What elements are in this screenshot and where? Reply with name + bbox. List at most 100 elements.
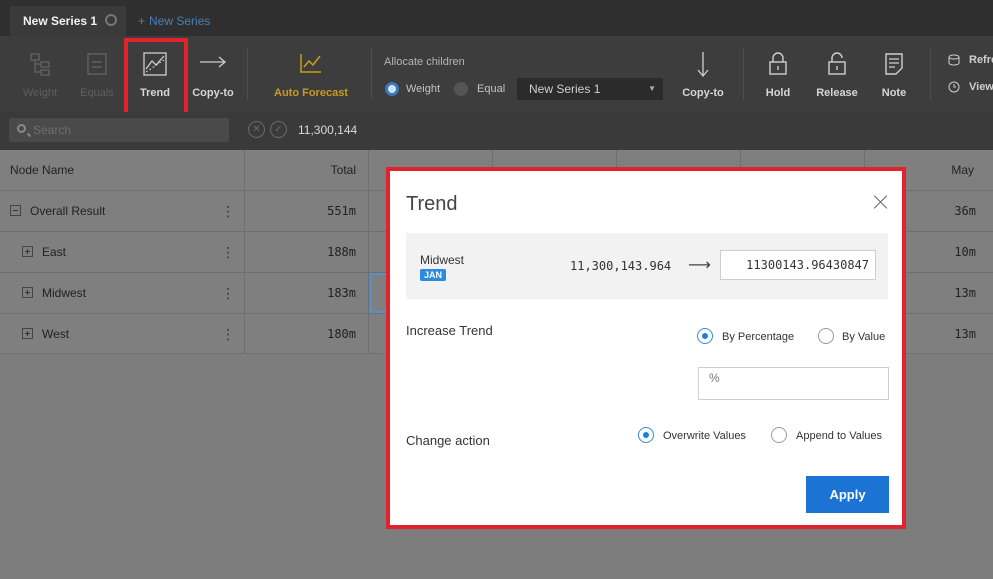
hold-button[interactable]: Hold xyxy=(756,36,800,112)
node-name: Midwest xyxy=(420,253,465,267)
forecast-chart-icon xyxy=(300,54,321,73)
search-input[interactable]: Search xyxy=(9,118,229,142)
expand-icon[interactable] xyxy=(22,246,33,257)
close-icon[interactable] xyxy=(874,195,888,209)
new-series-tab[interactable]: + New Series xyxy=(138,14,210,28)
by-value-radio[interactable] xyxy=(818,328,834,344)
note-icon xyxy=(885,53,903,75)
period-badge: JAN xyxy=(420,269,447,281)
node-name: East xyxy=(42,245,67,259)
more-options-icon[interactable]: ⋮ xyxy=(221,232,235,272)
clock-icon xyxy=(948,81,960,93)
target-value-input[interactable]: 11300143.96430847 xyxy=(720,250,876,280)
node-cell: Midwest xyxy=(22,273,86,313)
append-values-label: Append to Values xyxy=(796,430,883,442)
cancel-edit-icon[interactable]: ✕ xyxy=(248,121,265,138)
search-icon xyxy=(17,124,26,133)
more-options-icon[interactable]: ⋮ xyxy=(221,273,235,313)
series-dropdown-value: New Series 1 xyxy=(529,82,601,96)
equal-radio[interactable] xyxy=(454,82,468,96)
lock-icon xyxy=(769,52,787,75)
caret-down-icon: ▼ xyxy=(648,84,656,93)
gear-icon[interactable] xyxy=(105,14,117,26)
formula-value: 11,300,144 xyxy=(298,123,358,137)
overwrite-values-label: Overwrite Values xyxy=(663,430,746,442)
column-header-total[interactable]: Total xyxy=(300,150,356,190)
trend-highlight-box xyxy=(124,38,188,119)
hierarchy-icon xyxy=(30,53,50,76)
view-button[interactable]: View xyxy=(948,80,993,96)
tab-label: New Series 1 xyxy=(23,14,98,28)
toolbar-divider xyxy=(743,48,744,100)
overwrite-values-radio[interactable] xyxy=(638,427,654,443)
total-cell[interactable]: 180m xyxy=(300,314,356,354)
copy-to-down-button[interactable]: Copy-to xyxy=(678,36,728,112)
equals-button[interactable]: Equals xyxy=(72,36,122,112)
node-name: Overall Result xyxy=(30,204,106,218)
apply-button[interactable]: Apply xyxy=(806,476,889,513)
column-header-node-name[interactable]: Node Name xyxy=(10,150,74,190)
node-name: Midwest xyxy=(42,286,87,300)
dialog-title: Trend xyxy=(406,193,458,215)
total-cell[interactable]: 183m xyxy=(300,273,356,313)
database-icon xyxy=(948,54,960,66)
auto-forecast-label: Auto Forecast xyxy=(274,87,348,99)
append-values-radio[interactable] xyxy=(771,427,787,443)
node-cell: East xyxy=(22,232,66,272)
cell-info-panel: Midwest JAN 11,300,143.964 ⟶ 11300143.96… xyxy=(406,233,888,299)
total-cell[interactable]: 188m xyxy=(300,232,356,272)
weight-radio-label: Weight xyxy=(406,83,441,95)
change-action-label: Change action xyxy=(406,433,490,448)
view-label: View xyxy=(969,81,993,93)
percentage-input[interactable]: % xyxy=(698,367,889,400)
weight-radio[interactable] xyxy=(385,82,399,96)
copy-to-down-label: Copy-to xyxy=(682,87,724,99)
more-options-icon[interactable]: ⋮ xyxy=(221,314,235,354)
auto-forecast-button[interactable]: Auto Forecast xyxy=(268,36,354,112)
node-name: West xyxy=(42,327,70,341)
node-cell: West xyxy=(22,314,69,354)
toolbar-divider xyxy=(371,48,372,100)
current-value: 11,300,143.964 xyxy=(570,259,672,273)
hold-label: Hold xyxy=(765,87,791,99)
plus-icon: + xyxy=(138,14,146,28)
allocate-children-label: Allocate children xyxy=(384,56,465,68)
node-cell: Overall Result xyxy=(10,191,105,231)
series-dropdown[interactable]: New Series 1 ▼ xyxy=(517,78,663,100)
total-cell[interactable]: 551m xyxy=(300,191,356,231)
by-percentage-radio[interactable] xyxy=(697,328,713,344)
release-label: Release xyxy=(816,87,858,99)
note-label: Note xyxy=(881,87,907,99)
more-options-icon[interactable]: ⋮ xyxy=(221,191,235,231)
increase-trend-label: Increase Trend xyxy=(406,323,493,338)
expand-icon[interactable] xyxy=(22,328,33,339)
refresh-button[interactable]: Refre xyxy=(948,53,993,69)
may-cell[interactable]: 13m xyxy=(920,314,976,354)
may-cell[interactable]: 13m xyxy=(920,273,976,313)
refresh-label: Refre xyxy=(969,54,993,66)
equals-label: Equals xyxy=(80,87,114,99)
weight-button[interactable]: Weight xyxy=(14,36,66,112)
note-button[interactable]: Note xyxy=(872,36,916,112)
search-row: Search ✕ ✓ 11,300,144 xyxy=(0,112,993,150)
trend-dialog: Trend Midwest JAN 11,300,143.964 ⟶ 11300… xyxy=(386,167,906,529)
collapse-icon[interactable] xyxy=(10,205,21,216)
copy-to-button[interactable]: Copy-to xyxy=(188,36,238,112)
by-percentage-label: By Percentage xyxy=(722,331,795,343)
column-header-may[interactable]: May xyxy=(920,150,974,190)
may-cell[interactable]: 36m xyxy=(920,191,976,231)
expand-icon[interactable] xyxy=(22,287,33,298)
toolbar-divider xyxy=(930,48,931,100)
unlock-icon xyxy=(828,52,846,75)
equal-radio-label: Equal xyxy=(477,83,506,95)
may-cell[interactable]: 10m xyxy=(920,232,976,272)
search-placeholder: Search xyxy=(33,123,72,137)
arrow-right-icon: ⟶ xyxy=(688,257,711,274)
copy-to-label: Copy-to xyxy=(192,87,234,99)
confirm-edit-icon[interactable]: ✓ xyxy=(270,121,287,138)
tab-bar: New Series 1 + New Series xyxy=(0,0,993,36)
by-value-label: By Value xyxy=(842,331,886,343)
release-button[interactable]: Release xyxy=(812,36,862,112)
equals-icon xyxy=(87,53,107,75)
toolbar-divider xyxy=(247,48,248,100)
